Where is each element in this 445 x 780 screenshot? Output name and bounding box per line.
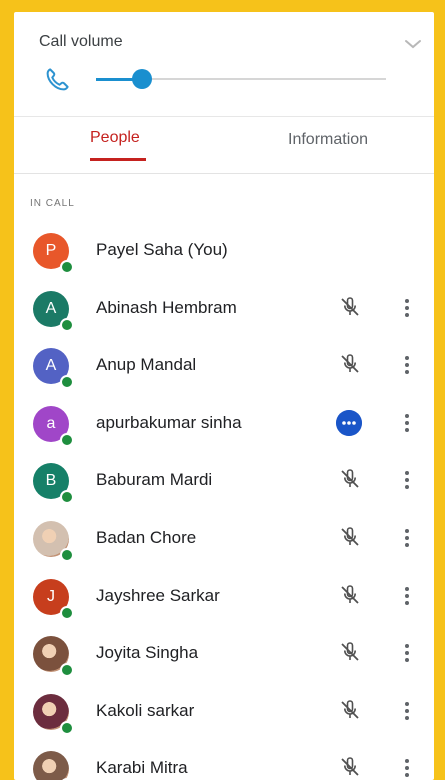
mic-off-icon: [341, 584, 359, 604]
mic-off-icon: [341, 527, 359, 546]
in-call-section-label: IN CALL: [30, 198, 75, 209]
online-status-dot: [60, 605, 74, 620]
online-status-dot: [60, 432, 74, 447]
participant-name: apurbakumar sinha: [96, 412, 242, 432]
mic-off-icon: [341, 354, 359, 373]
call-volume-slider[interactable]: [96, 69, 386, 89]
tab-bar: People Information: [14, 117, 434, 174]
tab-information[interactable]: Information: [288, 131, 368, 149]
participant-row[interactable]: Joyita Singha: [14, 627, 434, 685]
participant-name: Kakoli sarkar: [96, 700, 195, 720]
more-options-icon[interactable]: [401, 756, 413, 780]
participant-row[interactable]: Kakoli sarkar: [14, 685, 434, 743]
participant-name: Abinash Hembram: [96, 297, 237, 317]
online-status-dot: [60, 663, 74, 678]
participant-row[interactable]: B Baburam Mardi: [14, 454, 434, 512]
online-status-dot: [60, 720, 74, 735]
more-options-icon[interactable]: [401, 584, 413, 608]
online-status-dot: [60, 490, 74, 505]
phone-icon: [46, 68, 69, 91]
participant-row[interactable]: Badan Chore: [14, 512, 434, 570]
participant-name: Badan Chore: [96, 527, 197, 547]
mic-off-icon: [341, 469, 359, 489]
tab-people[interactable]: People: [90, 129, 140, 147]
participant-row[interactable]: a apurbakumar sinha: [14, 397, 434, 455]
more-options-icon[interactable]: [401, 353, 413, 377]
participant-name: Anup Mandal: [96, 355, 197, 375]
participant-row[interactable]: A Abinash Hembram: [14, 282, 434, 340]
participant-row[interactable]: Karabi Mitra: [14, 742, 434, 780]
online-status-dot: [60, 317, 74, 332]
mic-off-icon: [341, 642, 359, 661]
more-options-icon[interactable]: [401, 526, 413, 550]
mic-off-icon: [341, 699, 359, 719]
online-status-dot: [60, 375, 74, 390]
participant-name: Jayshree Sarkar: [96, 585, 220, 605]
participant-list: P Payel Saha (You) A Abinash Hembram A A…: [14, 224, 434, 780]
participant-name: Karabi Mitra: [96, 758, 188, 778]
participant-name: Joyita Singha: [96, 643, 199, 663]
slider-thumb[interactable]: [132, 69, 153, 89]
more-options-icon[interactable]: [401, 411, 413, 435]
avatar: [33, 751, 69, 780]
participant-name: Payel Saha (You): [96, 240, 228, 259]
online-status-dot: [60, 260, 74, 274]
more-options-icon[interactable]: [401, 641, 413, 665]
active-tab-indicator: [90, 158, 146, 161]
online-status-dot: [60, 547, 74, 562]
mic-off-icon: [341, 757, 359, 776]
chevron-down-icon[interactable]: [404, 37, 422, 51]
participant-row[interactable]: A Anup Mandal: [14, 339, 434, 397]
more-status-icon: [336, 409, 362, 436]
call-volume-section: Call volume: [14, 12, 434, 117]
more-options-icon[interactable]: [401, 468, 413, 492]
call-volume-title: Call volume: [39, 33, 123, 50]
more-options-icon[interactable]: [401, 296, 413, 320]
mic-off-icon: [341, 296, 359, 316]
more-options-icon[interactable]: [401, 699, 413, 723]
participant-row[interactable]: J Jayshree Sarkar: [14, 570, 434, 628]
participant-row[interactable]: P Payel Saha (You): [14, 224, 434, 282]
participant-name: Baburam Mardi: [96, 470, 213, 490]
call-panel: Call volume People Information IN CALL P…: [14, 12, 434, 780]
